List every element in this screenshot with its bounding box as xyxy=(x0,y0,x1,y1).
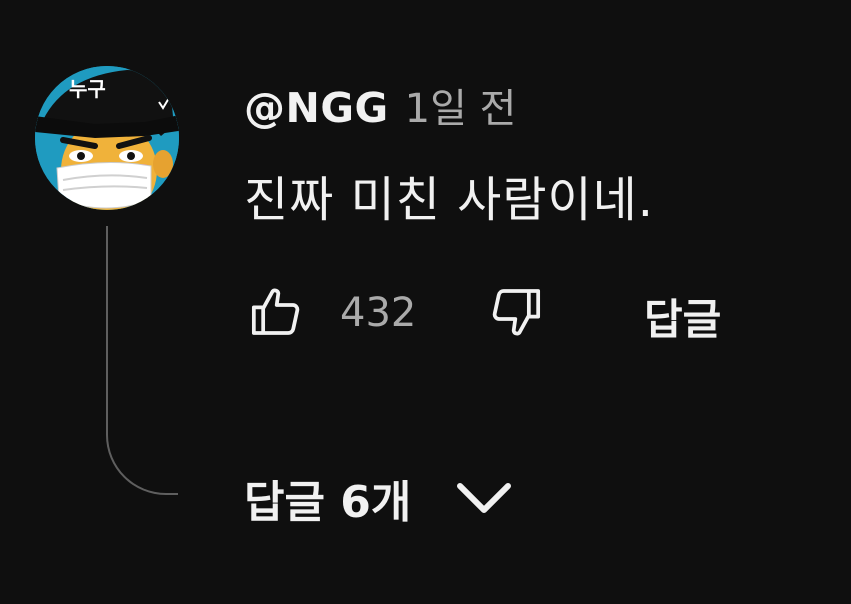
cap-text: 누구 xyxy=(69,77,106,101)
comment-actions: 432 답글 xyxy=(244,280,804,344)
like-button[interactable] xyxy=(244,280,308,344)
thumb-down-icon xyxy=(492,289,541,336)
replies-count-label: 답글 6개 xyxy=(244,477,412,528)
reply-button[interactable]: 답글 xyxy=(644,286,721,347)
thumb-up-icon xyxy=(251,288,300,335)
comment-header: @NGG 1일 전 xyxy=(244,76,516,132)
avatar[interactable]: 누구 xyxy=(35,66,179,210)
comment-timestamp[interactable]: 1일 전 xyxy=(405,76,517,134)
comment-text: 진짜 미친 사람이네. xyxy=(244,172,655,228)
like-count: 432 xyxy=(340,290,417,336)
thread-connector-line xyxy=(106,226,178,495)
chevron-down-icon xyxy=(455,481,513,515)
view-replies-button[interactable]: 답글 6개 xyxy=(244,466,513,530)
comment-thread: 누구 @NGG 1일 전 진짜 미친 사람이네. 432 답글 답글 6개 xyxy=(0,0,851,604)
masked-cartoon-avatar-icon: 누구 xyxy=(35,66,179,210)
dislike-button[interactable] xyxy=(484,280,548,344)
author-name[interactable]: @NGG xyxy=(244,84,389,132)
